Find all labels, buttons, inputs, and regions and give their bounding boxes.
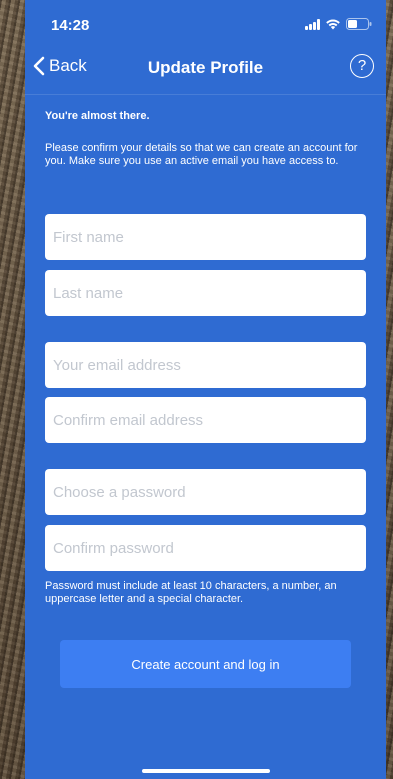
password-hint: Password must include at least 10 charac… [45,580,337,605]
wifi-icon [325,18,341,30]
confirm-password-field[interactable] [45,525,366,571]
status-bar: 14:28 [25,0,386,44]
nav-divider [25,94,386,95]
first-name-field[interactable] [45,214,366,260]
create-account-button[interactable]: Create account and log in [60,640,351,688]
navigation-bar: Back Update Profile ? [25,50,386,86]
help-icon[interactable]: ? [350,54,374,78]
home-indicator [142,769,270,773]
app-screen: 14:28 Back Update Profile ? You're almos… [25,0,386,779]
cellular-signal-icon [305,18,320,30]
status-icons [305,18,372,30]
headline: You're almost there. [45,110,150,122]
last-name-field[interactable] [45,270,366,316]
email-field[interactable] [45,342,366,388]
battery-icon [346,18,372,30]
intro-text: Please confirm your details so that we c… [45,142,358,167]
page-title: Update Profile [147,58,264,77]
password-field[interactable] [45,469,366,515]
intro-section: You're almost there. Please confirm your… [45,110,367,168]
confirm-email-field[interactable] [45,397,366,443]
status-time: 14:28 [51,17,90,34]
